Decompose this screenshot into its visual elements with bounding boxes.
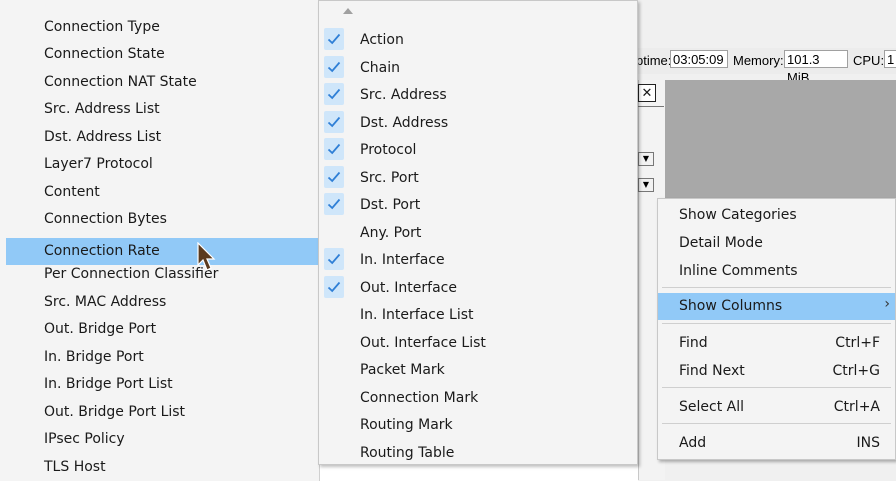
menu-item-select-all[interactable]: Select All Ctrl+A — [658, 392, 895, 419]
menu-item-ipsec-policy[interactable]: IPsec Policy — [6, 430, 319, 457]
column-option-src-address[interactable]: Src. Address — [319, 81, 637, 108]
checkmark-icon — [324, 138, 344, 160]
column-option-protocol[interactable]: Protocol — [319, 136, 637, 163]
menu-item-add[interactable]: Add INS — [658, 428, 895, 455]
status-bar: ptime: 03:05:09 Memory: 101.3 MiB CPU: 1 — [636, 48, 896, 85]
menu-separator — [662, 387, 891, 388]
mouse-cursor-icon — [197, 242, 216, 271]
context-menu: Show Categories Detail Mode Inline Comme… — [657, 198, 896, 460]
shortcut-select-all: Ctrl+A — [833, 399, 880, 415]
checkmark-icon — [324, 56, 344, 78]
column-option-label: Src. Address — [360, 87, 447, 103]
matcher-columns-menu: Connection Type Connection State Connect… — [0, 0, 320, 481]
checkmark-icon — [324, 28, 344, 50]
menu-separator — [662, 323, 891, 324]
column-option-label: Out. Interface List — [360, 335, 486, 351]
menu-item-show-columns[interactable]: Show Columns › — [658, 293, 895, 320]
shortcut-find: Ctrl+F — [835, 335, 880, 351]
menu-item-src-address-list[interactable]: Src. Address List — [6, 100, 319, 127]
memory-label: Memory: — [733, 53, 784, 68]
divider — [638, 106, 664, 107]
menu-separator — [662, 423, 891, 424]
menu-item-per-connection-classifier[interactable]: Per Connection Classifier — [6, 265, 319, 292]
checkmark-icon — [324, 166, 344, 188]
chevron-right-icon: › — [884, 296, 890, 312]
uptime-value: 03:05:09 — [670, 50, 728, 68]
memory-value: 101.3 MiB — [784, 50, 848, 85]
column-option-label: Dst. Port — [360, 197, 421, 213]
column-option-out-interface-list[interactable]: Out. Interface List — [319, 329, 637, 356]
menu-separator — [662, 287, 891, 288]
column-option-routing-mark[interactable]: Routing Mark — [319, 411, 637, 438]
menu-item-out-bridge-port[interactable]: Out. Bridge Port — [6, 320, 319, 347]
column-option-in-interface-list[interactable]: In. Interface List — [319, 301, 637, 328]
menu-item-detail-mode[interactable]: Detail Mode — [658, 228, 895, 255]
column-option-label: Protocol — [360, 142, 417, 158]
column-option-label: Src. Port — [360, 170, 419, 186]
menu-item-show-categories[interactable]: Show Categories — [658, 200, 895, 227]
cpu-value: 1 — [884, 50, 896, 68]
column-option-label: Action — [360, 32, 404, 48]
cpu-label: CPU: — [853, 53, 885, 68]
menu-item-inline-comments[interactable]: Inline Comments — [658, 256, 895, 283]
checkmark-icon — [324, 276, 344, 298]
shortcut-find-next: Ctrl+G — [832, 363, 881, 379]
column-option-label: Routing Table — [360, 445, 455, 461]
show-columns-submenu: Action Chain Src. Address Dst. Address Proto… — [318, 0, 638, 465]
column-option-out-interface[interactable]: Out. Interface — [319, 274, 637, 301]
column-option-label: Chain — [360, 60, 400, 76]
column-option-dst-port[interactable]: Dst. Port — [319, 191, 637, 218]
menu-item-connection-state[interactable]: Connection State — [6, 45, 319, 72]
menu-item-connection-bytes[interactable]: Connection Bytes — [6, 210, 319, 237]
triangle-up-icon[interactable] — [343, 8, 353, 14]
column-option-label: In. Interface List — [360, 307, 474, 323]
dropdown-icon[interactable]: ▼ — [638, 152, 654, 166]
menu-item-in-bridge-port-list[interactable]: In. Bridge Port List — [6, 375, 319, 402]
column-option-routing-table[interactable]: Routing Table — [319, 439, 637, 466]
uptime-label: ptime: — [636, 53, 672, 68]
checkmark-icon — [324, 83, 344, 105]
column-option-label: Packet Mark — [360, 362, 445, 378]
column-option-action[interactable]: Action — [319, 26, 637, 53]
menu-item-find-next[interactable]: Find Next Ctrl+G — [658, 356, 895, 383]
column-option-in-interface[interactable]: In. Interface — [319, 246, 637, 273]
column-option-label: Dst. Address — [360, 115, 449, 131]
column-option-src-port[interactable]: Src. Port — [319, 164, 637, 191]
column-option-label: Out. Interface — [360, 280, 457, 296]
column-option-chain[interactable]: Chain — [319, 54, 637, 81]
column-option-label: Connection Mark — [360, 390, 479, 406]
column-option-label: Routing Mark — [360, 417, 453, 433]
workspace-area — [664, 80, 896, 198]
checkmark-icon — [324, 193, 344, 215]
menu-item-find[interactable]: Find Ctrl+F — [658, 328, 895, 355]
checkmark-icon — [324, 111, 344, 133]
dropdown-icon[interactable]: ▼ — [638, 178, 654, 192]
column-option-connection-mark[interactable]: Connection Mark — [319, 384, 637, 411]
column-option-packet-mark[interactable]: Packet Mark — [319, 356, 637, 383]
checkmark-icon — [324, 248, 344, 270]
menu-item-layer7-protocol[interactable]: Layer7 Protocol — [6, 155, 319, 182]
column-option-any-port[interactable]: Any. Port — [319, 219, 637, 246]
shortcut-add: INS — [856, 435, 881, 451]
column-option-label: Any. Port — [360, 225, 422, 241]
column-option-dst-address[interactable]: Dst. Address — [319, 109, 637, 136]
close-icon[interactable]: ✕ — [638, 84, 656, 102]
column-option-label: In. Interface — [360, 252, 445, 268]
